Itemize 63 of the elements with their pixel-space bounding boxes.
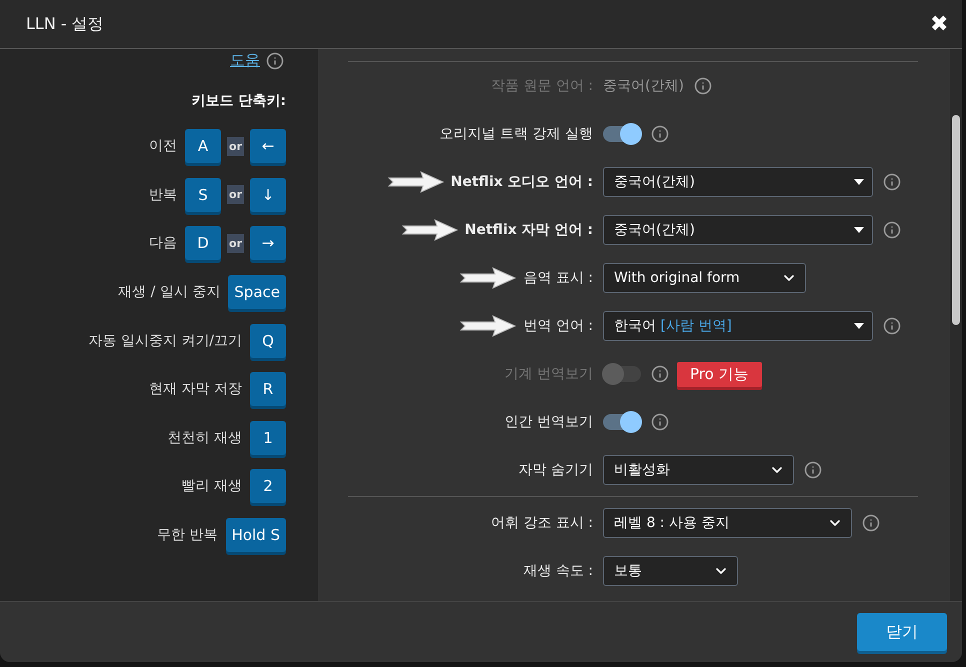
shortcut-label: 천천히 재생 [168, 428, 242, 447]
key-cap: Space [228, 275, 286, 310]
pro-badge: Pro 기능 [677, 362, 762, 386]
info-icon[interactable] [883, 221, 901, 239]
setting-label: 재생 속도 : [523, 562, 593, 580]
toggle-switch[interactable] [603, 414, 641, 430]
shortcut-label: 현재 자막 저장 [149, 380, 242, 398]
window-title: LLN - 설정 [26, 14, 104, 34]
dropdown[interactable]: 보통 [603, 556, 738, 586]
key-cap: S [185, 178, 222, 212]
key-cap: → [250, 226, 286, 260]
shortcut-label: 이전 [149, 137, 178, 156]
shortcuts-heading: 키보드 단축키: [192, 92, 286, 110]
setting-value: 중국어(간체) [603, 77, 684, 95]
setting-label: 음역 표시 : [523, 269, 593, 287]
key-cap: Q [250, 324, 286, 358]
setting-label: Netflix 자막 언어 : [464, 221, 593, 239]
shortcut-label: 재생 / 일시 중지 [118, 283, 220, 302]
shortcut-label: 다음 [149, 234, 178, 252]
key-cap: 1 [250, 420, 286, 455]
key-cap: 2 [250, 469, 286, 504]
info-icon[interactable] [651, 125, 669, 143]
shortcut-label: 자동 일시중지 켜기/끄기 [88, 332, 242, 350]
setting-label: 인간 번역보기 [504, 413, 593, 431]
dropdown[interactable]: With original form [603, 263, 806, 293]
close-button[interactable]: ✖ [930, 13, 948, 35]
key-cap: D [185, 226, 222, 260]
key-cap: ← [250, 129, 286, 164]
or-label: or [227, 185, 244, 204]
dropdown[interactable]: 한국어 [사람 번역] [603, 311, 873, 341]
key-cap: Hold S [226, 518, 286, 552]
shortcut-label: 무한 반복 [157, 526, 218, 544]
setting-label: 번역 언어 : [523, 317, 593, 335]
info-icon[interactable] [862, 514, 880, 532]
info-icon[interactable] [883, 173, 901, 191]
setting-label: 오리지널 트랙 강제 실행 [440, 125, 593, 143]
or-label: or [227, 136, 244, 156]
toggle-switch[interactable] [603, 126, 641, 142]
info-icon[interactable] [266, 52, 284, 70]
shortcut-label: 빨리 재생 [182, 477, 242, 496]
key-cap: R [250, 372, 286, 406]
caret-icon [854, 179, 864, 185]
setting-label: 작품 원문 언어 : [490, 77, 593, 95]
setting-label: 자막 숨기기 [518, 461, 593, 479]
help-link[interactable]: 도움 [230, 51, 260, 70]
info-icon[interactable] [804, 461, 822, 479]
key-cap: A [185, 129, 222, 164]
scrollbar[interactable] [950, 49, 962, 601]
dropdown[interactable]: 비활성화 [603, 455, 794, 485]
shortcut-label: 반복 [149, 186, 178, 204]
close-dialog-button[interactable]: 닫기 [857, 613, 947, 651]
setting-label: Netflix 오디오 언어 : [450, 173, 593, 191]
or-label: or [227, 234, 244, 253]
dropdown[interactable]: 레벨 8 : 사용 중지 [603, 508, 852, 538]
key-cap: ↓ [250, 178, 286, 212]
caret-icon [854, 323, 864, 329]
info-icon[interactable] [883, 317, 901, 335]
setting-label: 기계 번역보기 [504, 365, 593, 383]
caret-icon [854, 227, 864, 233]
info-icon[interactable] [651, 413, 669, 431]
dropdown[interactable]: 중국어(간체) [603, 215, 873, 245]
dropdown[interactable]: 중국어(간체) [603, 167, 873, 197]
setting-label: 어휘 강조 표시 : [490, 514, 593, 532]
